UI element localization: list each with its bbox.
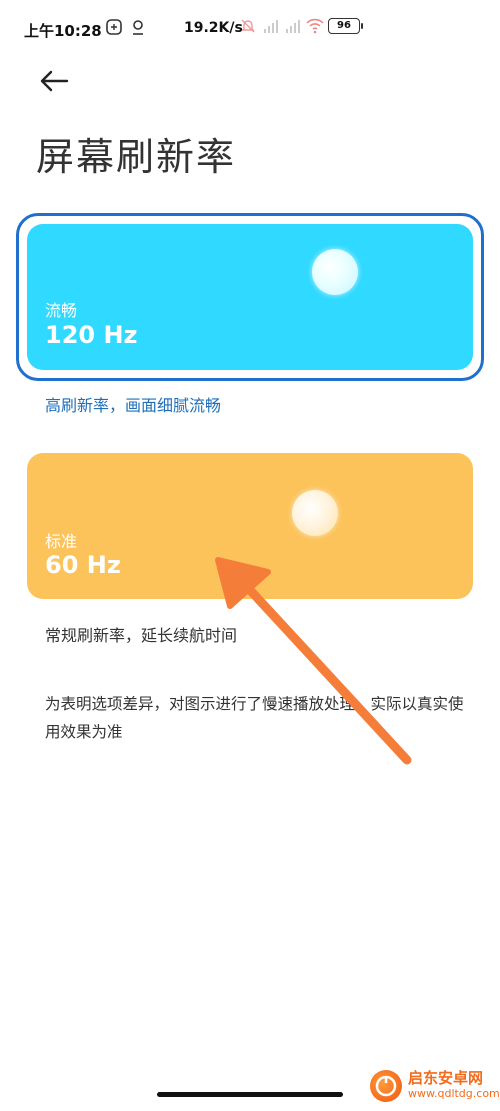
- back-button[interactable]: [34, 64, 74, 98]
- signal-2-icon: [284, 18, 300, 34]
- alarm-muted-icon: [240, 18, 256, 34]
- signal-1-icon: [262, 18, 278, 34]
- watermark-name: 启东安卓网: [408, 1069, 484, 1087]
- animation-ball-icon: [292, 490, 338, 536]
- watermark-url: www.qdltdg.com: [408, 1087, 500, 1100]
- page-title: 屏幕刷新率: [36, 135, 237, 179]
- location-icon: [130, 19, 146, 35]
- network-speed: 19.2K/s: [184, 20, 243, 36]
- battery-indicator: 96: [328, 18, 363, 34]
- option-value: 120 Hz: [45, 321, 138, 349]
- option-value: 60 Hz: [45, 551, 121, 579]
- status-icons-left: [106, 19, 146, 35]
- arrow-left-icon: [40, 70, 69, 92]
- demo-note: 为表明选项差异，对图示进行了慢速播放处理，实际以真实使用效果为准: [45, 695, 464, 741]
- wifi-icon: [306, 18, 324, 34]
- watermark-text: 启东安卓网 www.qdltdg.com: [408, 1070, 500, 1102]
- option-label: 流畅: [45, 301, 78, 320]
- animation-ball-icon: [312, 249, 358, 295]
- status-time: 上午10:28: [24, 22, 102, 40]
- option-description-60hz: 常规刷新率，延长续航时间: [45, 626, 238, 645]
- refresh-option-120hz[interactable]: 流畅 120 Hz: [27, 224, 473, 370]
- status-bar: 上午10:28 19.2K/s 96: [0, 0, 500, 60]
- watermark: 启东安卓网 www.qdltdg.com: [370, 1070, 500, 1102]
- app-notification-icon: [106, 19, 122, 35]
- status-icons-right: 96: [240, 18, 363, 34]
- home-indicator[interactable]: [157, 1092, 343, 1097]
- option-description-120hz: 高刷新率，画面细腻流畅: [45, 396, 222, 415]
- watermark-logo-icon: [370, 1070, 402, 1102]
- option-label: 标准: [45, 532, 78, 551]
- refresh-option-60hz[interactable]: 标准 60 Hz: [27, 453, 473, 599]
